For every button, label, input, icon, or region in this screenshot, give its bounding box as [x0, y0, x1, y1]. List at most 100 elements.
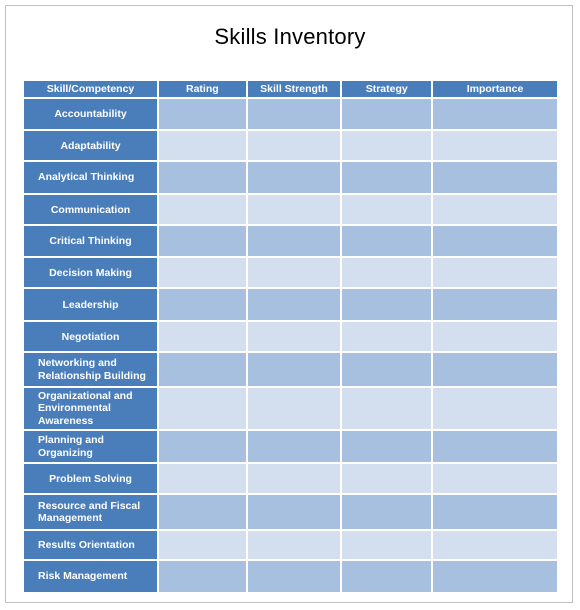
- cell-strategy[interactable]: [342, 531, 432, 559]
- cell-importance[interactable]: [433, 495, 557, 529]
- cell-skill_strength[interactable]: [247, 388, 341, 429]
- cell-importance[interactable]: [433, 531, 557, 559]
- cell-strategy[interactable]: [342, 388, 432, 429]
- cell-rating[interactable]: [159, 561, 246, 592]
- row-label-cell: Planning and Organizing: [24, 431, 157, 462]
- row-label-cell: Networking and Relationship Building: [24, 353, 157, 386]
- row-label-cell: Adaptability: [24, 131, 157, 160]
- cell-rating[interactable]: [159, 531, 246, 559]
- cell-skill_strength[interactable]: [247, 531, 341, 559]
- row-label-cell: Critical Thinking: [24, 226, 157, 256]
- cell-skill_strength[interactable]: [247, 131, 341, 160]
- cell-strategy[interactable]: [342, 289, 432, 320]
- row-label-cell: Problem Solving: [24, 464, 157, 493]
- cell-skill_strength[interactable]: [247, 464, 341, 493]
- row-label-cell: Resource and Fiscal Management: [24, 495, 157, 529]
- cell-strategy[interactable]: [342, 99, 432, 129]
- row-label-cell: Decision Making: [24, 258, 157, 287]
- cell-rating[interactable]: [159, 131, 246, 160]
- cell-rating[interactable]: [159, 258, 246, 287]
- cell-importance[interactable]: [433, 322, 557, 351]
- cell-skill_strength[interactable]: [247, 195, 341, 224]
- column-header-importance[interactable]: Importance: [433, 81, 557, 97]
- cell-importance[interactable]: [433, 353, 557, 386]
- skills-inventory-table: Skill/Competency Rating Skill Strength S…: [22, 79, 559, 594]
- column-header-rating[interactable]: Rating: [159, 81, 246, 97]
- cell-importance[interactable]: [433, 226, 557, 256]
- cell-strategy[interactable]: [342, 561, 432, 592]
- cell-strategy[interactable]: [342, 431, 432, 462]
- cell-strategy[interactable]: [342, 131, 432, 160]
- cell-strategy[interactable]: [342, 162, 432, 193]
- table-row: Negotiation: [24, 322, 557, 351]
- row-label-cell: Analytical Thinking: [24, 162, 157, 193]
- table-row: Critical Thinking: [24, 226, 557, 256]
- cell-rating[interactable]: [159, 353, 246, 386]
- table-row: Analytical Thinking: [24, 162, 557, 193]
- cell-skill_strength[interactable]: [247, 289, 341, 320]
- header-row: Skill/Competency Rating Skill Strength S…: [24, 81, 557, 97]
- table-row: Networking and Relationship Building: [24, 353, 557, 386]
- cell-skill_strength[interactable]: [247, 561, 341, 592]
- cell-importance[interactable]: [433, 289, 557, 320]
- cell-strategy[interactable]: [342, 322, 432, 351]
- cell-strategy[interactable]: [342, 258, 432, 287]
- cell-importance[interactable]: [433, 162, 557, 193]
- cell-skill_strength[interactable]: [247, 495, 341, 529]
- cell-importance[interactable]: [433, 561, 557, 592]
- cell-rating[interactable]: [159, 289, 246, 320]
- cell-strategy[interactable]: [342, 464, 432, 493]
- table-row: Accountability: [24, 99, 557, 129]
- cell-rating[interactable]: [159, 322, 246, 351]
- table-row: Organizational and Environmental Awarene…: [24, 388, 557, 429]
- cell-rating[interactable]: [159, 388, 246, 429]
- cell-rating[interactable]: [159, 226, 246, 256]
- document-page: Skills Inventory Skill/Competency Rating…: [5, 5, 573, 603]
- table-row: Resource and Fiscal Management: [24, 495, 557, 529]
- row-label-cell: Results Orientation: [24, 531, 157, 559]
- cell-strategy[interactable]: [342, 495, 432, 529]
- cell-rating[interactable]: [159, 195, 246, 224]
- table-row: Planning and Organizing: [24, 431, 557, 462]
- cell-skill_strength[interactable]: [247, 99, 341, 129]
- column-header-skill-strength[interactable]: Skill Strength: [247, 81, 341, 97]
- table-row: Leadership: [24, 289, 557, 320]
- table-body: Accountability Adaptability Analytical Thi…: [24, 99, 557, 592]
- page-title: Skills Inventory: [214, 24, 366, 49]
- cell-strategy[interactable]: [342, 195, 432, 224]
- cell-skill_strength[interactable]: [247, 162, 341, 193]
- cell-skill_strength[interactable]: [247, 226, 341, 256]
- table-row: Results Orientation: [24, 531, 557, 559]
- cell-importance[interactable]: [433, 431, 557, 462]
- table-row: Communication: [24, 195, 557, 224]
- row-label-cell: Communication: [24, 195, 157, 224]
- cell-importance[interactable]: [433, 258, 557, 287]
- cell-strategy[interactable]: [342, 353, 432, 386]
- table-row: Adaptability: [24, 131, 557, 160]
- cell-importance[interactable]: [433, 195, 557, 224]
- cell-skill_strength[interactable]: [247, 322, 341, 351]
- column-header-skill[interactable]: Skill/Competency: [24, 81, 157, 97]
- table-header: Skill/Competency Rating Skill Strength S…: [24, 81, 557, 97]
- row-label-cell: Negotiation: [24, 322, 157, 351]
- cell-importance[interactable]: [433, 99, 557, 129]
- cell-strategy[interactable]: [342, 226, 432, 256]
- cell-importance[interactable]: [433, 131, 557, 160]
- cell-skill_strength[interactable]: [247, 353, 341, 386]
- cell-rating[interactable]: [159, 495, 246, 529]
- cell-rating[interactable]: [159, 99, 246, 129]
- cell-importance[interactable]: [433, 388, 557, 429]
- cell-skill_strength[interactable]: [247, 431, 341, 462]
- cell-rating[interactable]: [159, 464, 246, 493]
- cell-skill_strength[interactable]: [247, 258, 341, 287]
- row-label-cell: Leadership: [24, 289, 157, 320]
- row-label-cell: Accountability: [24, 99, 157, 129]
- table-row: Problem Solving: [24, 464, 557, 493]
- column-header-strategy[interactable]: Strategy: [342, 81, 432, 97]
- row-label-cell: Risk Management: [24, 561, 157, 592]
- cell-importance[interactable]: [433, 464, 557, 493]
- row-label-cell: Organizational and Environmental Awarene…: [24, 388, 157, 429]
- cell-rating[interactable]: [159, 162, 246, 193]
- table-row: Decision Making: [24, 258, 557, 287]
- cell-rating[interactable]: [159, 431, 246, 462]
